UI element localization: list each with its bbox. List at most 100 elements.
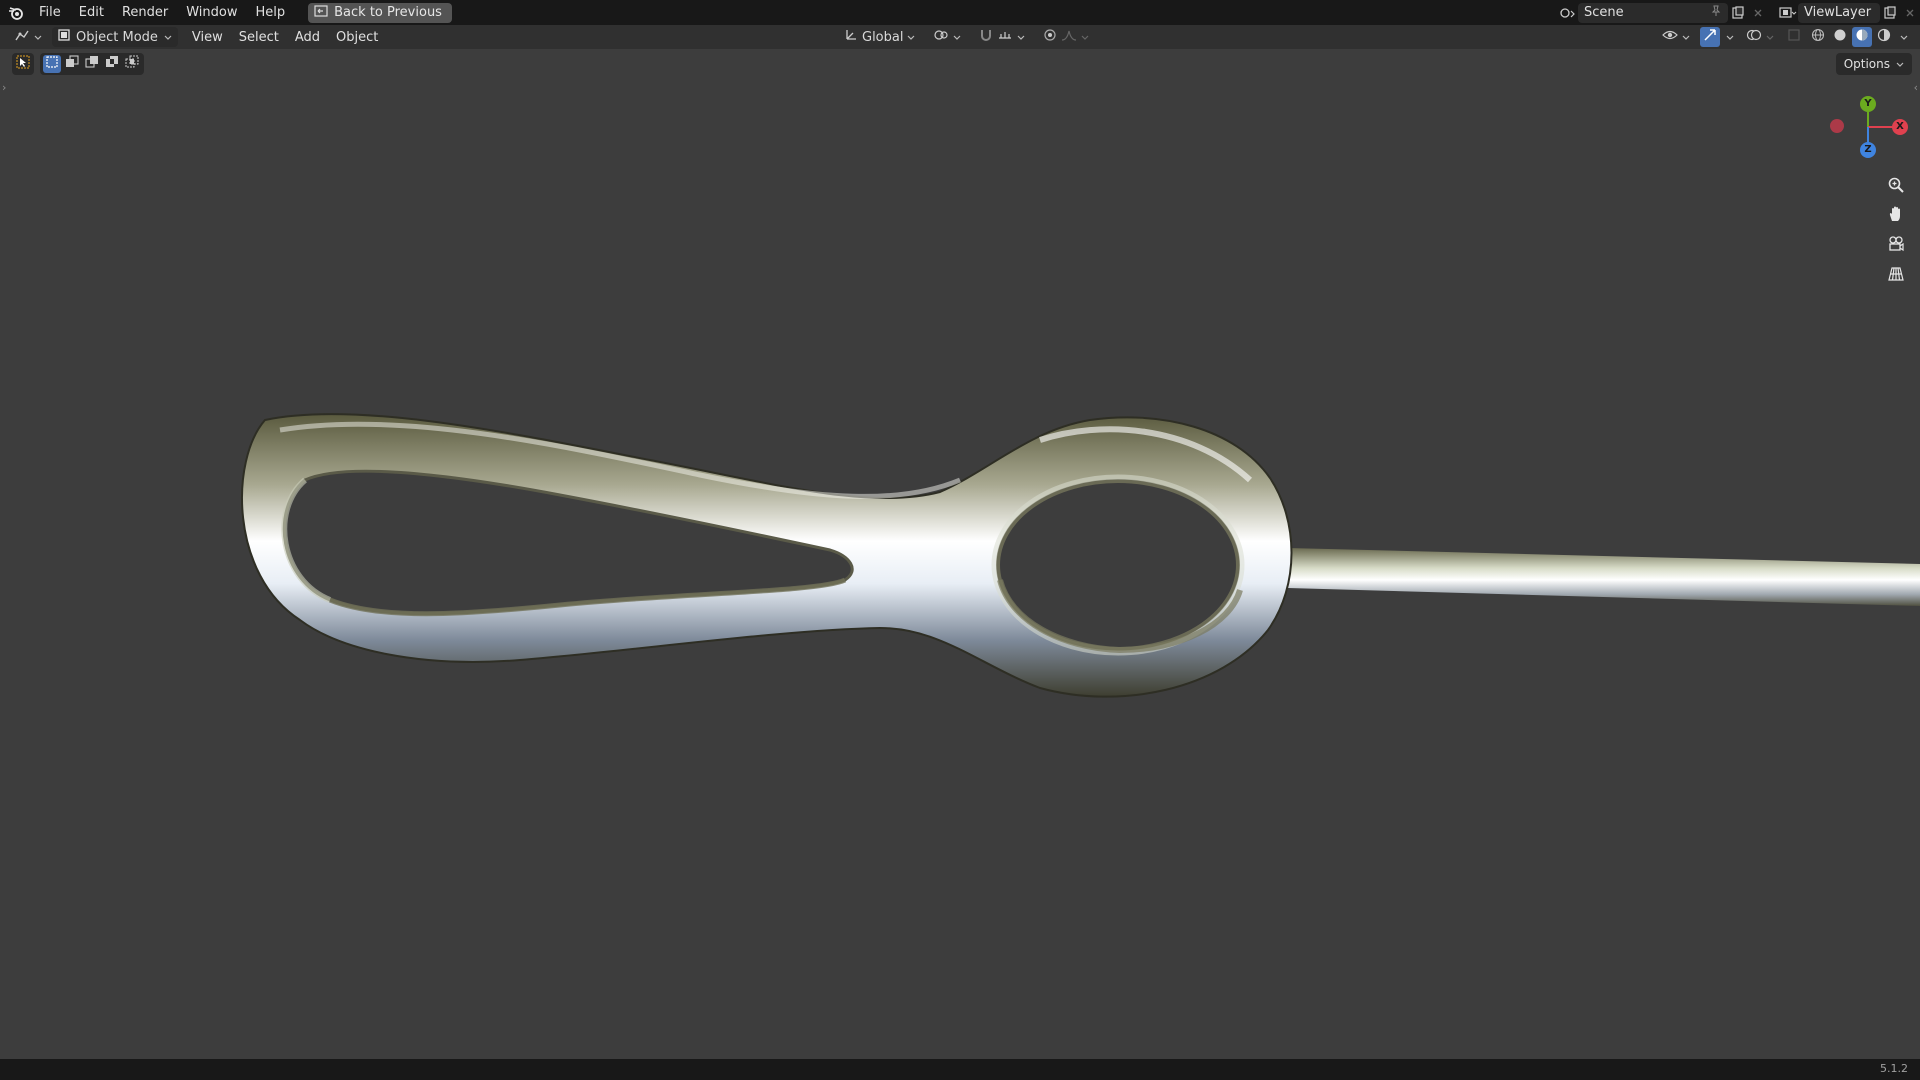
menu-view[interactable]: View (184, 30, 231, 45)
chevron-down-icon (164, 30, 172, 45)
close-view-layer-icon[interactable] (1900, 3, 1920, 23)
menu-render[interactable]: Render (113, 0, 177, 25)
proportional-editing-toggle[interactable] (1037, 27, 1095, 47)
y-axis-handle[interactable]: Y (1860, 96, 1876, 112)
scene-browse-icon[interactable] (1558, 3, 1578, 23)
camera-view-button[interactable] (1882, 232, 1910, 260)
x-axis-handle[interactable]: X (1892, 119, 1908, 135)
menu-file[interactable]: File (30, 0, 70, 25)
rod-shaft (1288, 548, 1920, 606)
selection-extend-icon (65, 55, 79, 73)
scene-name: Scene (1584, 5, 1624, 20)
transform-orientation-selector[interactable]: Global (838, 27, 921, 47)
wireframe-shading-button[interactable] (1808, 27, 1828, 47)
zoom-magnifier-icon (1887, 176, 1905, 198)
new-view-layer-icon[interactable] (1880, 3, 1900, 23)
version-label: 5.1.2 (1880, 1062, 1908, 1075)
xray-toggle[interactable] (1784, 27, 1804, 47)
viewport-header: Object Mode View Select Add Object Globa… (0, 25, 1920, 49)
view-layer-selector[interactable]: ViewLayer (1798, 2, 1880, 23)
orientation-axes-icon (844, 28, 858, 46)
sidebar-expand-arrow-icon[interactable]: ‹ (1914, 81, 1918, 94)
overlays-toggle[interactable] (1740, 27, 1780, 47)
snap-toggle[interactable] (973, 27, 1031, 47)
selection-mode-extend-button[interactable] (63, 55, 81, 73)
snap-increment-icon (997, 28, 1013, 46)
shading-dropdown[interactable] (1898, 27, 1910, 47)
pan-button[interactable] (1882, 202, 1910, 230)
view-layer-browse-icon[interactable] (1778, 3, 1798, 23)
xray-icon (1787, 28, 1801, 46)
3d-viewport[interactable]: › ‹ (0, 49, 1920, 1059)
selection-subtract-icon (85, 55, 99, 73)
wire-loop-object[interactable] (0, 49, 1920, 1059)
selection-invert-icon (105, 55, 119, 73)
solid-sphere-icon (1833, 28, 1847, 46)
cursor-arrow-icon (16, 55, 30, 73)
rendered-shading-button[interactable] (1874, 27, 1894, 47)
negative-x-axis-dot (1830, 119, 1844, 133)
rendered-sphere-icon (1877, 28, 1891, 46)
mode-selector[interactable]: Object Mode (52, 27, 178, 47)
material-preview-shading-button[interactable] (1852, 27, 1872, 47)
chevron-down-icon (1017, 30, 1025, 45)
selection-intersect-icon (125, 55, 139, 73)
zoom-button[interactable] (1882, 173, 1910, 201)
status-bar: 5.1.2 (0, 1059, 1920, 1080)
chevron-down-icon (1726, 30, 1734, 45)
proportional-edit-icon (1043, 28, 1057, 46)
pivot-icon (933, 28, 949, 46)
material-sphere-icon (1855, 28, 1869, 46)
back-screen-icon (314, 4, 328, 21)
selection-mode-intersect-button[interactable] (123, 55, 141, 73)
chevron-down-icon (907, 30, 915, 45)
visibility-selector[interactable] (1656, 27, 1696, 47)
z-axis-handle[interactable]: Z (1860, 142, 1876, 158)
back-to-previous-label: Back to Previous (334, 5, 442, 20)
editor-type-selector[interactable] (8, 27, 48, 47)
hand-icon (1887, 205, 1905, 227)
menu-object[interactable]: Object (328, 30, 386, 45)
overlays-icon (1746, 28, 1762, 46)
shading-mode-group (1808, 27, 1894, 47)
orientation-label: Global (862, 29, 904, 45)
selection-mode-invert-button[interactable] (103, 55, 121, 73)
menu-edit[interactable]: Edit (70, 0, 113, 25)
chevron-down-icon (34, 30, 42, 45)
view-layer-name: ViewLayer (1804, 5, 1872, 20)
toolbar-expand-arrow-icon[interactable]: › (2, 81, 6, 94)
select-tool-button[interactable] (12, 53, 34, 75)
chevron-down-icon (1081, 30, 1089, 45)
eye-icon (1662, 29, 1678, 45)
perspective-toggle-button[interactable] (1882, 262, 1910, 290)
selection-mode-subtract-button[interactable] (83, 55, 101, 73)
pivot-point-selector[interactable] (927, 27, 967, 47)
blender-logo-icon[interactable] (2, 0, 30, 25)
tool-row (12, 53, 144, 75)
gizmo-toggle[interactable] (1700, 27, 1720, 47)
menu-select[interactable]: Select (231, 30, 287, 45)
camera-icon (1887, 235, 1905, 257)
menu-window[interactable]: Window (177, 0, 246, 25)
gizmo-dropdown[interactable] (1724, 27, 1736, 47)
selection-mode-set-button[interactable] (43, 55, 61, 73)
pin-icon[interactable] (1710, 5, 1722, 21)
menu-help[interactable]: Help (247, 0, 295, 25)
back-to-previous-button[interactable]: Back to Previous (308, 2, 452, 23)
chevron-down-icon (953, 30, 961, 45)
solid-shading-button[interactable] (1830, 27, 1850, 47)
chevron-down-icon (1896, 57, 1904, 71)
options-label: Options (1843, 57, 1890, 71)
navigation-gizmo[interactable]: Y X Z (1818, 92, 1908, 162)
magnet-icon (979, 28, 993, 46)
options-dropdown[interactable]: Options (1835, 53, 1912, 75)
selection-mode-group (40, 53, 144, 75)
object-mode-icon (58, 29, 70, 45)
wireframe-sphere-icon (1811, 28, 1825, 46)
new-scene-icon[interactable] (1728, 3, 1748, 23)
chevron-down-icon (1682, 30, 1690, 45)
scene-selector[interactable]: Scene (1578, 2, 1728, 23)
top-bar: File Edit Render Window Help Back to Pre… (0, 0, 1920, 25)
close-scene-icon[interactable] (1748, 3, 1768, 23)
menu-add[interactable]: Add (287, 30, 328, 45)
